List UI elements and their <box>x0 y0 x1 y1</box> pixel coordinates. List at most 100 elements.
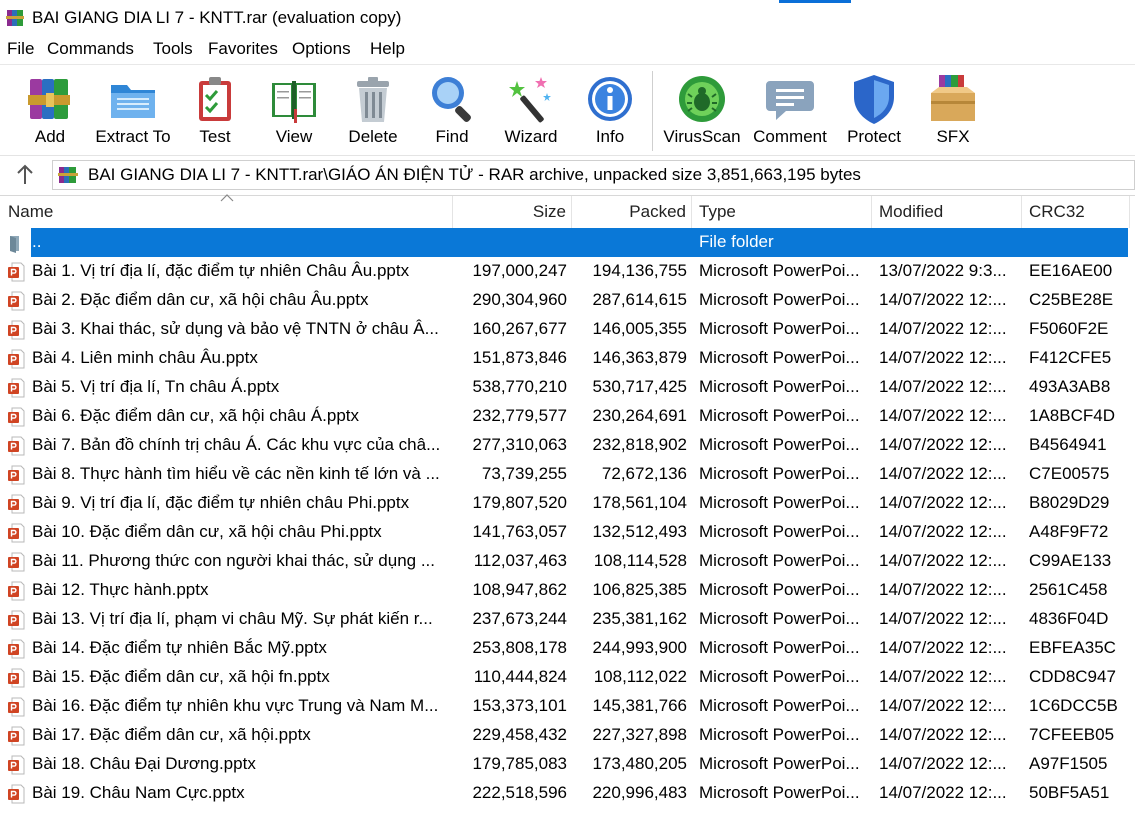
file-row[interactable]: Bài 15. Đặc điểm dân cư, xã hội fn.pptx 1… <box>0 663 1130 692</box>
file-type: Microsoft PowerPoi... <box>699 464 860 483</box>
file-row[interactable]: Bài 9. Vị trí địa lí, đặc điểm tự nhiên … <box>0 489 1130 518</box>
title-bar: BAI GIANG DIA LI 7 - KNTT.rar (evaluatio… <box>0 0 1135 35</box>
file-name: Bài 7. Bản đồ chính trị châu Á. Các khu … <box>32 435 441 454</box>
folder-up-icon <box>10 236 19 253</box>
file-type: Microsoft PowerPoi... <box>699 435 860 454</box>
pptx-file-icon <box>8 755 25 775</box>
toolbar-separator <box>652 71 653 151</box>
file-modified: 14/07/2022 12:... <box>879 348 1007 367</box>
pptx-file-icon <box>8 494 25 514</box>
file-packed: 72,672,136 <box>601 464 687 483</box>
file-packed: 235,381,162 <box>592 609 687 628</box>
column-packed[interactable]: Packed <box>572 196 692 228</box>
file-row[interactable]: Bài 4. Liên minh châu Âu.pptx 151,873,846… <box>0 344 1130 373</box>
file-row[interactable]: Bài 12. Thực hành.pptx 108,947,862 106,825… <box>0 576 1130 605</box>
file-row[interactable]: Bài 5. Vị trí địa lí, Tn châu Á.pptx 538,… <box>0 373 1130 402</box>
file-modified: 14/07/2022 12:... <box>879 435 1007 454</box>
file-packed: 146,005,355 <box>592 319 687 338</box>
file-name: Bài 13. Vị trí địa lí, phạm vi châu Mỹ. … <box>32 609 433 628</box>
column-crc32[interactable]: CRC32 <box>1022 196 1130 228</box>
virusscan-button[interactable]: VirusScan <box>660 65 744 153</box>
toolbar: Add Extract To Test View Delete Find Wiz… <box>0 64 1135 152</box>
menu-help[interactable]: Help <box>370 39 405 59</box>
comment-button[interactable]: Comment <box>748 65 832 153</box>
protect-button[interactable]: Protect <box>838 65 910 153</box>
file-type: Microsoft PowerPoi... <box>699 406 860 425</box>
pptx-file-icon <box>8 668 25 688</box>
file-row[interactable]: Bài 3. Khai thác, sử dụng và bảo vệ TNTN… <box>0 315 1130 344</box>
file-row[interactable]: Bài 14. Đặc điểm tự nhiên Bắc Mỹ.pptx 253… <box>0 634 1130 663</box>
file-modified: 14/07/2022 12:... <box>879 551 1007 570</box>
file-packed: 178,561,104 <box>592 493 687 512</box>
column-type[interactable]: Type <box>692 196 872 228</box>
file-row[interactable]: Bài 10. Đặc điểm dân cư, xã hội châu Phi… <box>0 518 1130 547</box>
menu-tools[interactable]: Tools <box>153 39 193 59</box>
file-row[interactable]: Bài 2. Đặc điểm dân cư, xã hội châu Âu.p… <box>0 286 1130 315</box>
pptx-file-icon <box>8 465 25 485</box>
file-packed: 227,327,898 <box>592 725 687 744</box>
file-type: Microsoft PowerPoi... <box>699 551 860 570</box>
file-size: 290,304,960 <box>472 290 567 309</box>
column-size[interactable]: Size <box>453 196 572 228</box>
file-row[interactable]: Bài 17. Đặc điểm dân cư, xã hội.pptx 229,… <box>0 721 1130 750</box>
file-modified: 14/07/2022 12:... <box>879 377 1007 396</box>
delete-button[interactable]: Delete <box>336 65 410 153</box>
file-name: Bài 8. Thực hành tìm hiểu về các nền kin… <box>32 464 440 483</box>
file-row[interactable]: Bài 13. Vị trí địa lí, phạm vi châu Mỹ. … <box>0 605 1130 634</box>
menu-bar: File Commands Tools Favorites Options He… <box>0 37 1135 63</box>
file-row[interactable]: Bài 16. Đặc điểm tự nhiên khu vực Trung … <box>0 692 1130 721</box>
add-archive-icon <box>28 79 70 119</box>
comment-label: Comment <box>753 127 827 146</box>
file-name: Bài 18. Châu Đại Dương.pptx <box>32 754 256 773</box>
file-row[interactable]: Bài 11. Phương thức con người khai thác,… <box>0 547 1130 576</box>
file-modified: 14/07/2022 12:... <box>879 406 1007 425</box>
file-modified: 14/07/2022 12:... <box>879 580 1007 599</box>
test-button[interactable]: Test <box>178 65 252 153</box>
file-row[interactable]: Bài 19. Châu Nam Cực.pptx 222,518,596 220,… <box>0 779 1130 808</box>
sfx-button[interactable]: SFX <box>918 65 988 153</box>
pptx-file-icon <box>8 407 25 427</box>
column-name[interactable]: Name <box>0 196 453 228</box>
menu-options[interactable]: Options <box>292 39 351 59</box>
file-row[interactable]: Bài 18. Châu Đại Dương.pptx 179,785,083 17… <box>0 750 1130 779</box>
file-row[interactable]: Bài 1. Vị trí địa lí, đặc điểm tự nhiên … <box>0 257 1130 286</box>
path-text: BAI GIANG DIA LI 7 - KNTT.rar\GIÁO ÁN ĐI… <box>88 165 861 184</box>
file-size: 112,037,463 <box>473 551 567 570</box>
file-modified: 14/07/2022 12:... <box>879 754 1007 773</box>
delete-label: Delete <box>348 127 398 146</box>
file-type: Microsoft PowerPoi... <box>699 319 860 338</box>
path-field[interactable]: BAI GIANG DIA LI 7 - KNTT.rar\GIÁO ÁN ĐI… <box>52 160 1135 190</box>
view-button[interactable]: View <box>256 65 332 153</box>
add-button[interactable]: Add <box>12 65 88 153</box>
file-size: 160,267,677 <box>472 319 567 338</box>
column-modified[interactable]: Modified <box>872 196 1022 228</box>
file-packed: 106,825,385 <box>592 580 687 599</box>
titlebar-accent <box>779 0 851 3</box>
parent-folder-row[interactable]: .. File folder <box>0 228 1130 257</box>
menu-favorites[interactable]: Favorites <box>208 39 278 59</box>
extract-to-button[interactable]: Extract To <box>90 65 176 153</box>
info-button[interactable]: Info <box>574 65 646 153</box>
file-row[interactable]: Bài 6. Đặc điểm dân cư, xã hội châu Á.pp… <box>0 402 1130 431</box>
file-size: 151,873,846 <box>472 348 567 367</box>
file-row[interactable]: Bài 8. Thực hành tìm hiểu về các nền kin… <box>0 460 1130 489</box>
file-modified: 14/07/2022 12:... <box>879 493 1007 512</box>
file-crc32: 2561C458 <box>1029 580 1108 599</box>
menu-commands[interactable]: Commands <box>47 39 134 59</box>
menu-file[interactable]: File <box>7 39 34 59</box>
rar-archive-icon <box>58 167 78 183</box>
up-arrow-icon[interactable] <box>10 162 40 188</box>
comment-bubble-icon <box>766 81 814 120</box>
sfx-label: SFX <box>936 127 970 146</box>
find-button[interactable]: Find <box>414 65 490 153</box>
protect-label: Protect <box>847 127 901 146</box>
file-name: Bài 1. Vị trí địa lí, đặc điểm tự nhiên … <box>32 261 410 280</box>
file-crc32: EE16AE00 <box>1029 261 1113 280</box>
file-packed: 132,512,493 <box>592 522 687 541</box>
file-row[interactable]: Bài 7. Bản đồ chính trị châu Á. Các khu … <box>0 431 1130 460</box>
file-name: Bài 4. Liên minh châu Âu.pptx <box>32 348 258 367</box>
file-name: Bài 17. Đặc điểm dân cư, xã hội.pptx <box>32 725 311 744</box>
wizard-button[interactable]: Wizard <box>494 65 568 153</box>
file-crc32: EBFEA35C <box>1029 638 1116 657</box>
file-crc32: B4564941 <box>1029 435 1107 454</box>
